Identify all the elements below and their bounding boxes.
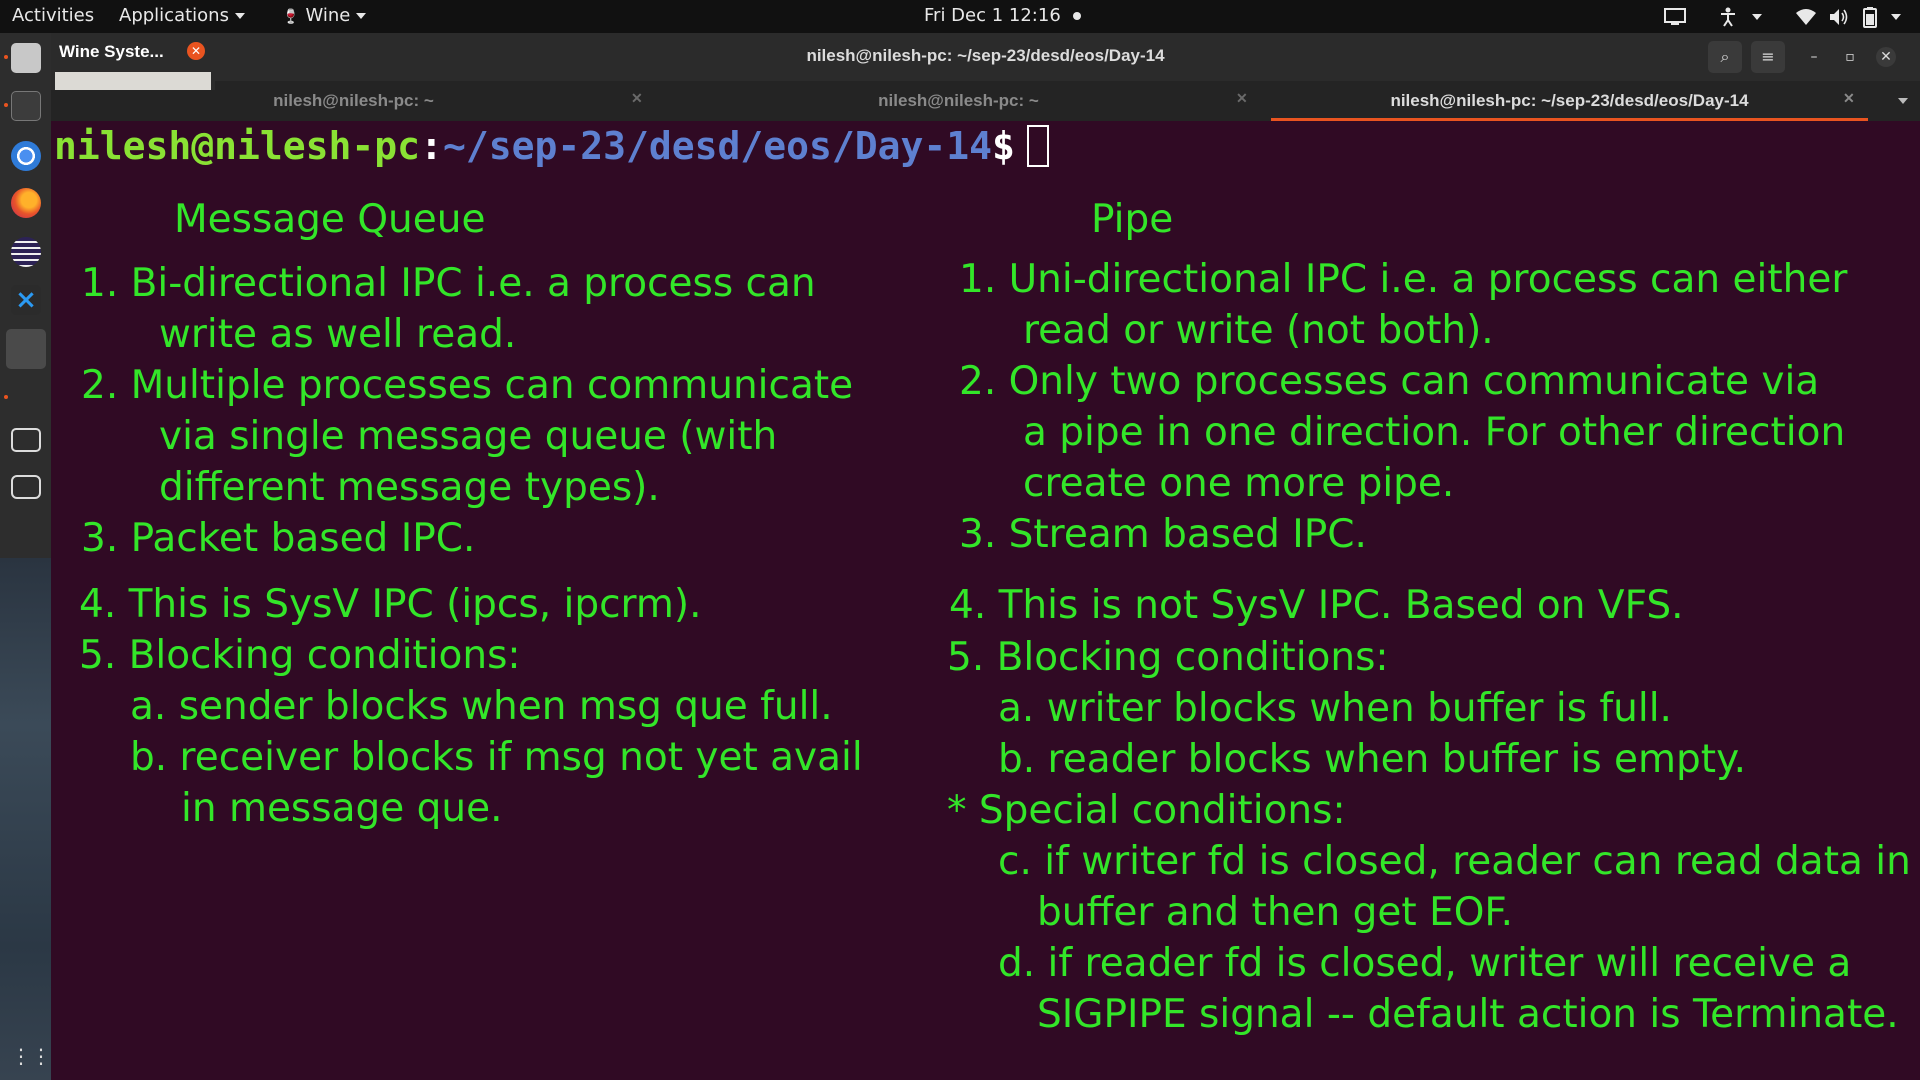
maximize-icon: ▫ bbox=[1845, 49, 1855, 65]
note-line: in message que. bbox=[181, 786, 503, 831]
dock: ⨯ ⋮⋮ bbox=[0, 33, 51, 1080]
note-line: * Special conditions: bbox=[947, 788, 1346, 833]
wifi-icon[interactable] bbox=[1795, 8, 1817, 26]
activities-button[interactable]: Activities bbox=[12, 5, 94, 26]
tab-close-icon[interactable]: ✕ bbox=[1236, 90, 1248, 107]
window-titlebar[interactable]: nilesh@nilesh-pc: ~/sep-23/desd/eos/Day-… bbox=[51, 33, 1920, 81]
note-line: 3. Stream based IPC. bbox=[959, 512, 1367, 557]
close-icon: ✕ bbox=[1880, 49, 1892, 65]
tab-close-icon[interactable]: ✕ bbox=[1843, 90, 1855, 107]
prompt-dollar: $ bbox=[992, 124, 1015, 168]
search-button[interactable]: ⌕ bbox=[1708, 41, 1742, 73]
popup-thumbnail[interactable] bbox=[55, 72, 211, 90]
window-title: nilesh@nilesh-pc: ~/sep-23/desd/eos/Day-… bbox=[806, 46, 1165, 65]
screenshot-icon[interactable] bbox=[11, 475, 41, 499]
note-line: 2. Only two processes can communicate vi… bbox=[959, 359, 1820, 404]
wine-app-icon[interactable] bbox=[6, 329, 46, 369]
shell-prompt: nilesh@nilesh-pc:~/sep-23/desd/eos/Day-1… bbox=[54, 124, 1049, 168]
note-line: write as well read. bbox=[159, 312, 517, 357]
chevron-down-icon[interactable] bbox=[1891, 14, 1901, 20]
terminal-icon[interactable] bbox=[11, 91, 41, 121]
monitor-icon[interactable] bbox=[11, 428, 41, 452]
note-line: read or write (not both). bbox=[1023, 308, 1494, 353]
wine-label: Wine bbox=[305, 5, 351, 26]
eclipse-icon[interactable] bbox=[11, 237, 41, 267]
wallpaper-strip bbox=[0, 558, 51, 1080]
screen-share-icon[interactable] bbox=[1664, 7, 1686, 27]
message-queue-heading: Message Queue bbox=[174, 197, 486, 242]
note-line: via single message queue (with bbox=[159, 414, 778, 459]
tab-2[interactable]: nilesh@nilesh-pc: ~ ✕ bbox=[656, 81, 1261, 121]
note-line: 5. Blocking conditions: bbox=[79, 633, 521, 678]
running-indicator bbox=[4, 55, 8, 59]
pipe-heading: Pipe bbox=[1091, 197, 1174, 242]
hamburger-icon: ≡ bbox=[1761, 47, 1775, 66]
top-bar: Activities Applications 🍷 Wine Fri Dec 1 … bbox=[0, 0, 1920, 33]
note-line: a pipe in one direction. For other direc… bbox=[1023, 410, 1846, 455]
running-indicator bbox=[4, 103, 8, 107]
text-cursor bbox=[1026, 124, 1049, 167]
wine-icon: 🍷 bbox=[282, 9, 300, 25]
wine-system-tray-popup[interactable]: Wine Syste... ✕ bbox=[51, 36, 215, 90]
terminal-area[interactable]: nilesh@nilesh-pc:~/sep-23/desd/eos/Day-1… bbox=[51, 121, 1920, 1080]
chromium-icon[interactable] bbox=[11, 141, 41, 171]
prompt-colon: : bbox=[420, 124, 443, 168]
chevron-down-icon bbox=[234, 13, 245, 19]
tab-list-dropdown-icon[interactable] bbox=[1898, 98, 1908, 104]
wine-menu[interactable]: 🍷 Wine bbox=[282, 5, 367, 26]
tab-3[interactable]: nilesh@nilesh-pc: ~/sep-23/desd/eos/Day-… bbox=[1271, 81, 1868, 121]
note-line: 1. Uni-directional IPC i.e. a process ca… bbox=[959, 257, 1848, 302]
volume-icon[interactable] bbox=[1828, 7, 1850, 27]
notification-dot-icon bbox=[1072, 12, 1081, 20]
prompt-user: nilesh@nilesh-pc bbox=[54, 124, 421, 168]
tab-label: nilesh@nilesh-pc: ~/sep-23/desd/eos/Day-… bbox=[1390, 91, 1749, 110]
note-line: different message types). bbox=[159, 465, 660, 510]
note-line: 5. Blocking conditions: bbox=[947, 635, 1389, 680]
note-line: b. receiver blocks if msg not yet avail bbox=[130, 735, 863, 780]
popup-title: Wine Syste... bbox=[59, 42, 164, 61]
files-icon[interactable] bbox=[11, 43, 41, 73]
minimize-icon: – bbox=[1810, 49, 1818, 65]
note-line: 4. This is SysV IPC (ipcs, ipcrm). bbox=[79, 582, 702, 627]
note-line: 4. This is not SysV IPC. Based on VFS. bbox=[949, 583, 1684, 628]
chevron-down-icon bbox=[356, 13, 367, 19]
tab-close-icon[interactable]: ✕ bbox=[631, 90, 643, 107]
menu-button[interactable]: ≡ bbox=[1751, 41, 1785, 73]
note-line: d. if reader fd is closed, writer will r… bbox=[998, 941, 1852, 986]
note-line: b. reader blocks when buffer is empty. bbox=[998, 737, 1746, 782]
note-line: 3. Packet based IPC. bbox=[81, 516, 476, 561]
battery-icon[interactable] bbox=[1863, 6, 1877, 28]
minimize-button[interactable]: – bbox=[1804, 47, 1824, 67]
close-button[interactable]: ✕ bbox=[1876, 47, 1896, 67]
firefox-icon[interactable] bbox=[11, 188, 41, 218]
chevron-down-icon[interactable] bbox=[1752, 14, 1762, 20]
vscode-icon[interactable]: ⨯ bbox=[11, 285, 41, 315]
note-line: 1. Bi-directional IPC i.e. a process can bbox=[81, 261, 816, 306]
note-line: 2. Multiple processes can communicate bbox=[81, 363, 854, 408]
tab-label: nilesh@nilesh-pc: ~ bbox=[273, 91, 434, 110]
note-line: buffer and then get EOF. bbox=[1037, 890, 1513, 935]
clock-label: Fri Dec 1 12:16 bbox=[924, 5, 1061, 26]
note-line: a. writer blocks when buffer is full. bbox=[998, 686, 1672, 731]
applications-menu[interactable]: Applications bbox=[119, 5, 245, 26]
search-icon: ⌕ bbox=[1720, 47, 1730, 66]
note-line: create one more pipe. bbox=[1023, 461, 1455, 506]
note-line: a. sender blocks when msg que full. bbox=[130, 684, 833, 729]
maximize-button[interactable]: ▫ bbox=[1840, 47, 1860, 67]
accessibility-icon[interactable] bbox=[1718, 6, 1738, 28]
note-line: SIGPIPE signal -- default action is Term… bbox=[1037, 992, 1899, 1037]
prompt-path: ~/sep-23/desd/eos/Day-14 bbox=[442, 124, 993, 168]
show-apps-icon[interactable]: ⋮⋮ bbox=[11, 1041, 51, 1071]
close-icon[interactable]: ✕ bbox=[187, 42, 205, 60]
applications-label: Applications bbox=[119, 5, 229, 26]
note-line: c. if writer fd is closed, reader can re… bbox=[998, 839, 1911, 884]
tab-label: nilesh@nilesh-pc: ~ bbox=[878, 91, 1039, 110]
tab-bar: nilesh@nilesh-pc: ~ ✕ nilesh@nilesh-pc: … bbox=[51, 81, 1920, 121]
clock[interactable]: Fri Dec 1 12:16 bbox=[924, 5, 1081, 26]
running-indicator bbox=[4, 395, 8, 399]
